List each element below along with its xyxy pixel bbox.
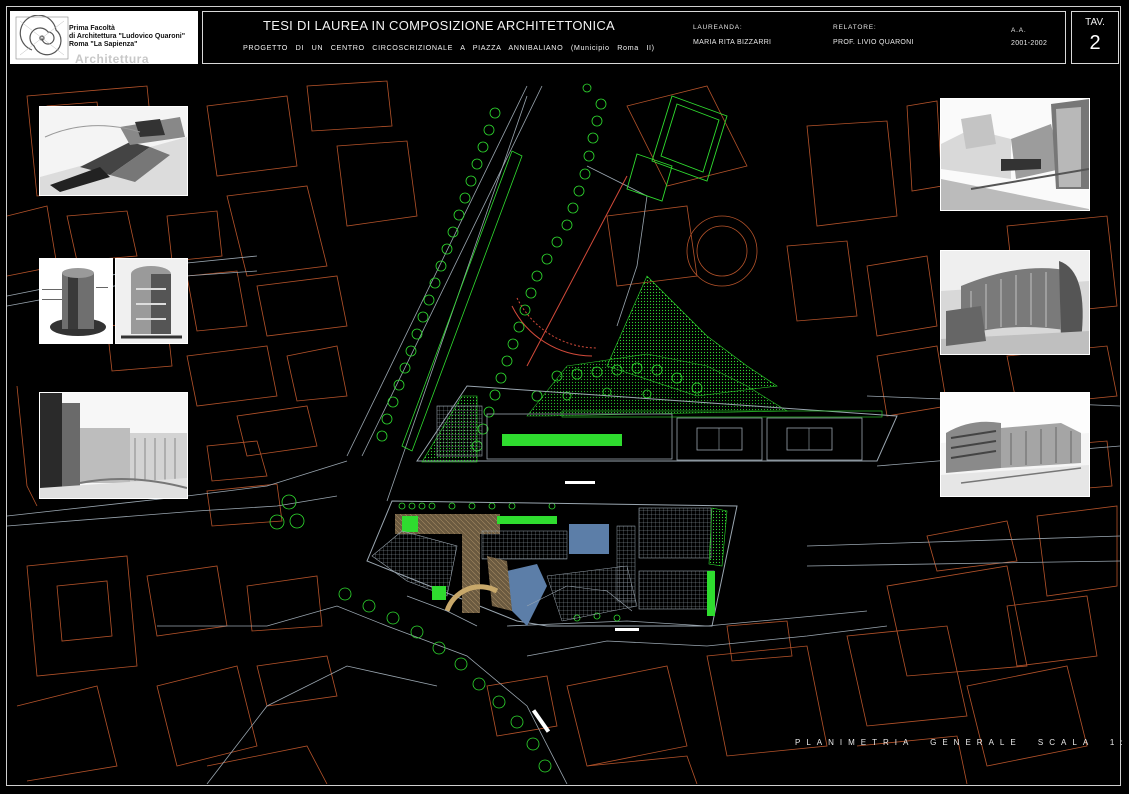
roundabout-ring bbox=[686, 215, 758, 287]
logo-wordmark: Architettura bbox=[75, 52, 150, 66]
project-subtitle: PROGETTO DI UN CENTRO CIRCOSCRIZIONALE A… bbox=[243, 43, 655, 52]
spiral-emblem-icon bbox=[14, 15, 70, 61]
tower-cutaway-image bbox=[116, 259, 187, 343]
logo-line-1: Prima Facoltà bbox=[69, 25, 115, 32]
amphitheater bbox=[511, 297, 598, 357]
sheet-number-block: TAV. 2 bbox=[1071, 11, 1119, 64]
render-tower-cutaway bbox=[115, 258, 188, 344]
relatore-label: RELATORE: bbox=[833, 24, 877, 31]
tav-number: 2 bbox=[1089, 32, 1101, 54]
logo-line-3: Roma "La Sapienza" bbox=[69, 41, 138, 48]
render-curved-facade bbox=[940, 250, 1090, 355]
laureanda-label: LAUREANDA: bbox=[693, 24, 743, 31]
relatore-value: PROF. LIVIO QUARONI bbox=[833, 39, 914, 46]
logo-line-2: di Architettura "Ludovico Quaroni" bbox=[69, 33, 186, 40]
thesis-title: TESI DI LAUREA IN COMPOSIZIONE ARCHITETT… bbox=[263, 18, 616, 33]
aerial-render-image bbox=[40, 107, 187, 195]
south-block bbox=[366, 500, 738, 627]
title-block: TESI DI LAUREA IN COMPOSIZIONE ARCHITETT… bbox=[202, 11, 1066, 64]
render-plaza-view bbox=[940, 392, 1090, 497]
tower-section-image bbox=[40, 259, 112, 343]
render-street-perspective bbox=[39, 392, 188, 499]
drawing-sheet: Prima Facoltà di Architettura "Ludovico … bbox=[0, 0, 1129, 794]
tav-label: TAV. bbox=[1085, 17, 1105, 28]
faculty-name: Prima Facoltà di Architettura "Ludovico … bbox=[69, 25, 185, 49]
academic-year-value: 2001-2002 bbox=[1011, 40, 1048, 47]
render-aerial-view bbox=[39, 106, 188, 196]
sports-fields bbox=[626, 95, 728, 202]
university-logo: Prima Facoltà di Architettura "Ludovico … bbox=[10, 11, 198, 66]
entrance-mark-south bbox=[615, 628, 639, 631]
render-courtyard-view bbox=[940, 98, 1090, 211]
laureanda-value: MARIA RITA BIZZARRI bbox=[693, 39, 772, 46]
plaza-view-image bbox=[941, 393, 1089, 496]
entrance-mark-north bbox=[565, 481, 595, 484]
tree-rows bbox=[269, 83, 703, 773]
render-tower-section bbox=[39, 258, 113, 344]
drawing-scale-caption: PLANIMETRIA GENERALE SCALA 1:500 bbox=[795, 738, 1129, 747]
courtyard-view-image bbox=[941, 99, 1089, 210]
curved-facade-image bbox=[941, 251, 1089, 354]
street-perspective-image bbox=[40, 393, 187, 498]
academic-year-label: A.A. bbox=[1011, 27, 1027, 34]
